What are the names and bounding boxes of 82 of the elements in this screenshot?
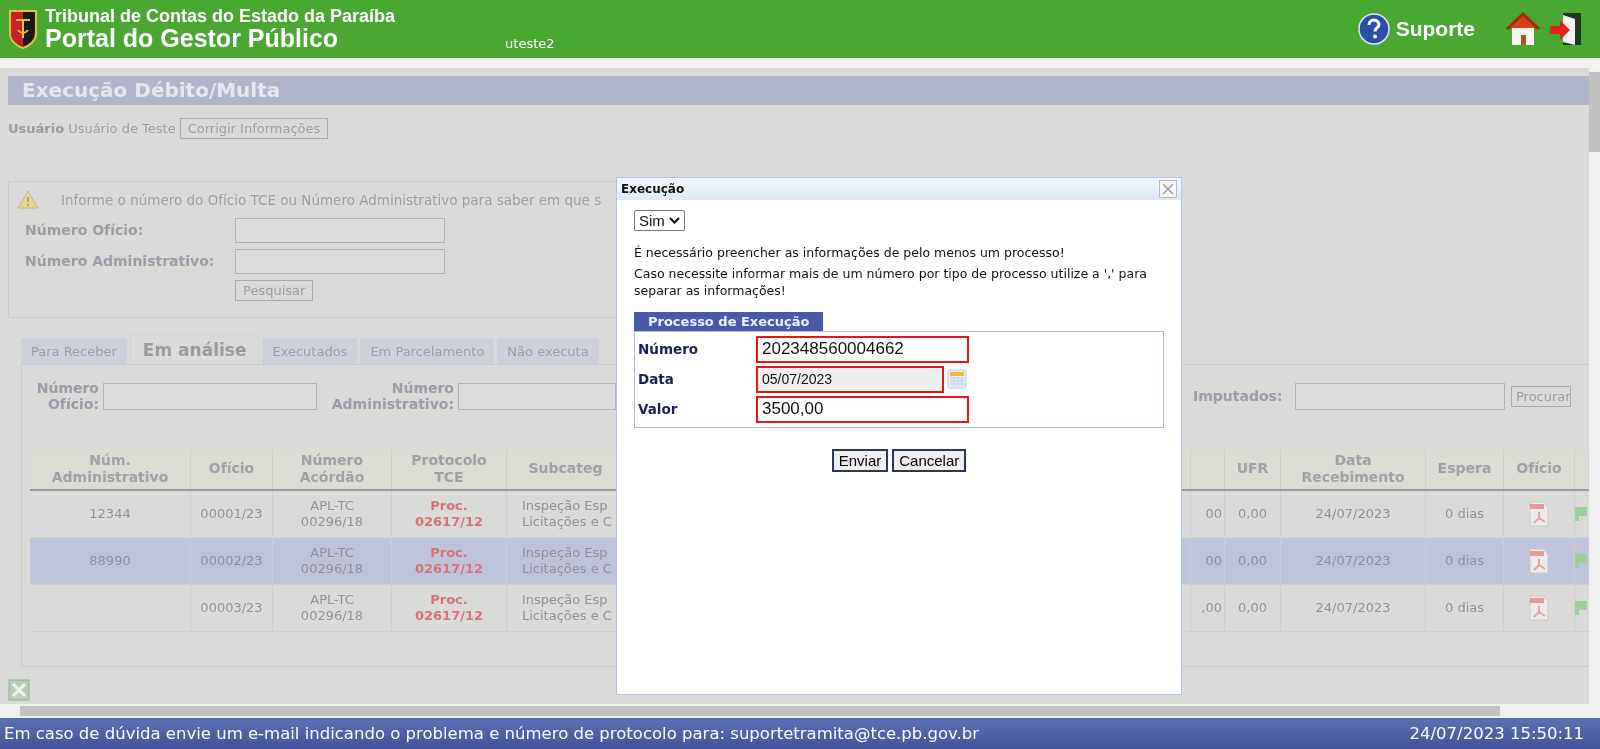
tab[interactable]: Para Receber <box>21 338 127 365</box>
table-cell: APL-TC 00296/18 <box>273 491 392 537</box>
protocol-link[interactable]: Proc. 02617/12 <box>392 538 507 584</box>
warning-icon <box>17 190 39 210</box>
pdf-file-icon[interactable] <box>1527 548 1551 574</box>
table-cell: APL-TC 00296/18 <box>273 538 392 584</box>
column-header: Protocolo TCE <box>392 449 507 489</box>
support-link[interactable]: Suporte <box>1395 17 1475 41</box>
cancel-button[interactable]: Cancelar <box>892 448 967 472</box>
input-field[interactable] <box>458 383 616 411</box>
select-dropdown[interactable]: Sim <box>634 210 685 231</box>
column-header: Ofício <box>1504 449 1575 489</box>
portal-title: Portal do Gestor Público <box>45 26 340 51</box>
submit-button[interactable]: Enviar <box>831 448 889 472</box>
table-cell: APL-TC 00296/18 <box>273 585 392 631</box>
instruction-text: Caso necessite informar mais de um número por tipo de processo utilize a ',' para separar as informações! <box>634 265 1148 300</box>
input-field[interactable] <box>235 248 445 274</box>
organization-name: Tribunal de Contas do Estado da Paraíba <box>45 7 396 25</box>
protocol-link[interactable]: Proc. 02617/12 <box>392 491 507 537</box>
column-header: Núm. Administrativo <box>30 449 191 489</box>
column-header: Data Recebimento <box>1281 449 1426 489</box>
filter-label: Número Administrativo: <box>330 381 455 412</box>
table-cell: 00 <box>1191 538 1225 584</box>
column-header: Número Acórdão <box>273 449 392 489</box>
tab[interactable]: Em Parcelamento <box>360 338 495 365</box>
table-cell: 0,00 <box>1225 491 1281 537</box>
table-cell: 0,00 <box>1225 585 1281 631</box>
footer-datetime: 24/07/2023 15:50:11 <box>1409 724 1584 743</box>
caret-icon <box>668 217 680 224</box>
user-name: Usuário de Teste <box>68 121 176 137</box>
table-cell: ,00 <box>1191 585 1225 631</box>
info-message: Informe o número do Ofício TCE ou Número Administrativo para saber em que s <box>61 191 602 208</box>
search-button[interactable]: Pesquisar <box>235 279 314 301</box>
section-legend: Processo de Execução <box>634 311 824 331</box>
instruction-text: É necessário preencher as informações de pelo menos um processo! <box>634 245 1066 262</box>
table-cell: 24/07/2023 <box>1281 538 1426 584</box>
table-cell: 0 dias <box>1426 585 1504 631</box>
field-label: Valor <box>638 401 679 418</box>
username: uteste2 <box>505 35 555 51</box>
table-cell: 24/07/2023 <box>1281 585 1426 631</box>
table-cell: 88990 <box>30 538 191 584</box>
table-cell: 00001/23 <box>191 491 273 537</box>
pdf-file-icon[interactable] <box>1527 501 1551 527</box>
input-field[interactable] <box>235 217 445 243</box>
input-field[interactable]: 202348560004662 <box>756 335 969 363</box>
edit-info-button[interactable]: Corrigir Informações <box>179 118 329 140</box>
shield-logo-icon <box>8 8 38 50</box>
filter-label: Imputados: <box>1193 388 1284 405</box>
column-header: Espera <box>1426 449 1504 489</box>
table-cell: 12344 <box>30 491 191 537</box>
dialog-title: Execução <box>621 182 685 196</box>
protocol-link[interactable]: Proc. 02617/12 <box>392 585 507 631</box>
close-icon[interactable] <box>1159 180 1177 198</box>
help-icon[interactable] <box>1357 13 1390 45</box>
search-button[interactable]: Procurar <box>1511 386 1571 408</box>
table-cell: 0,00 <box>1225 538 1281 584</box>
column-header: Ofício <box>191 449 273 489</box>
field-label: Número <box>638 341 700 358</box>
spreadsheet-export-icon[interactable] <box>8 679 30 701</box>
calendar-icon[interactable] <box>947 368 967 391</box>
home-icon[interactable] <box>1505 11 1541 47</box>
tab[interactable]: Em análise <box>129 334 260 365</box>
input-field[interactable] <box>1295 383 1505 411</box>
field-label: Número Ofício: <box>25 222 145 239</box>
pdf-file-icon[interactable] <box>1527 595 1551 621</box>
table-cell: 00 <box>1191 491 1225 537</box>
table-cell: 00002/23 <box>191 538 273 584</box>
input-field[interactable] <box>103 383 317 411</box>
footer-message: Em caso de dúvida envie um e-mail indicando o problema e número de protocolo para: suportetramita@tce.pb.gov.br <box>4 724 980 743</box>
table-cell: 0 dias <box>1426 491 1504 537</box>
table-cell: 00003/23 <box>191 585 273 631</box>
user-label: Usuário <box>8 121 65 137</box>
field-label: Número Administrativo: <box>25 253 216 270</box>
filter-label: Número Ofício: <box>35 381 100 412</box>
table-cell: 24/07/2023 <box>1281 491 1426 537</box>
field-label: Data <box>638 371 675 388</box>
exit-door-icon[interactable] <box>1549 11 1583 47</box>
column-header: UFR <box>1225 449 1281 489</box>
input-field[interactable]: 3500,00 <box>756 395 969 423</box>
table-cell: 0 dias <box>1426 538 1504 584</box>
tab[interactable]: Não executa <box>497 338 599 365</box>
tab[interactable]: Executados <box>262 338 358 365</box>
